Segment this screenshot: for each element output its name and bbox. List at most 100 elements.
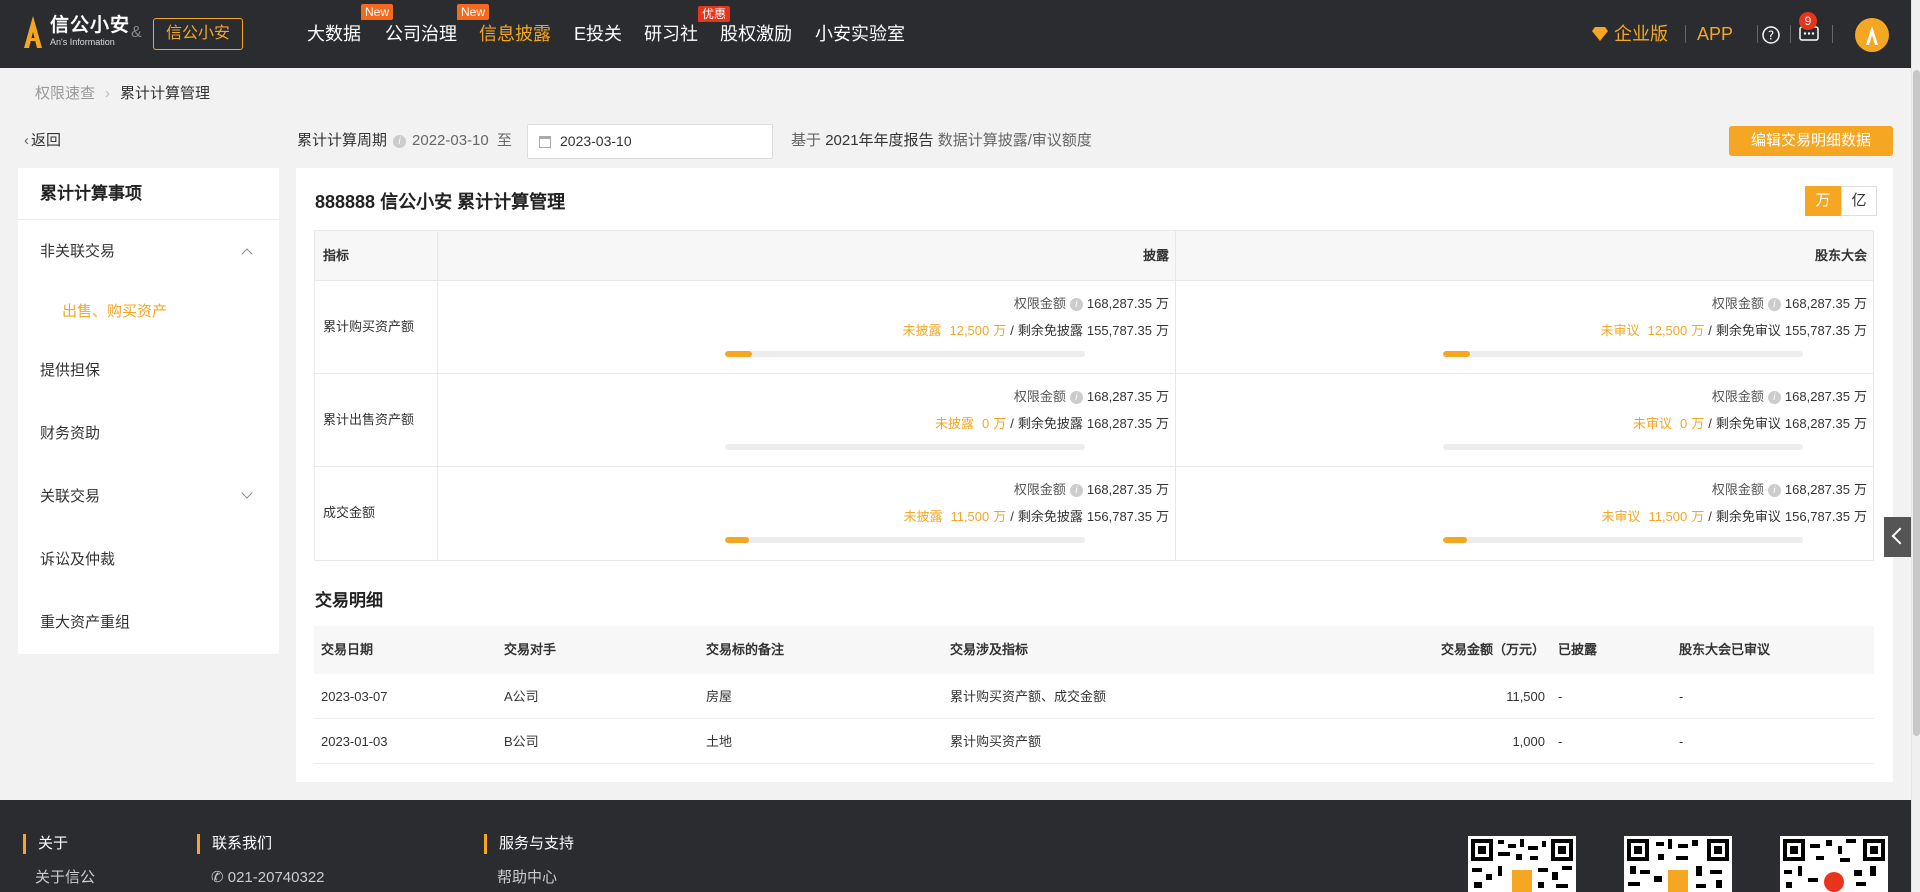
back-link[interactable]: ‹ 返回 <box>24 131 61 151</box>
transactions-title: 交易明细 <box>315 591 383 610</box>
cell-indicators: 累计购买资产额、成交金额 <box>950 689 1107 704</box>
sidebar-item-non-related[interactable]: 非关联交易 <box>40 242 115 262</box>
remain-value: 156,787.35 <box>1086 509 1152 524</box>
unit-label: 万 <box>1691 509 1705 524</box>
progress-fill <box>725 351 752 357</box>
basis-report: 2021年年度报告 <box>825 132 934 149</box>
chevron-right-icon: › <box>105 85 111 102</box>
avatar[interactable] <box>1855 18 1889 52</box>
sidebar-item-related[interactable]: 关联交易 <box>40 487 100 507</box>
nav-item-bigdata[interactable]: 大数据 New <box>307 4 394 46</box>
unit-label: 万 <box>1691 416 1705 431</box>
page-scrollbar[interactable] <box>1911 0 1920 892</box>
used-value: 12,500 <box>949 323 990 338</box>
row-label: 成交金额 <box>323 505 376 520</box>
end-date-input[interactable]: 2023-03-10 <box>527 124 773 159</box>
logo-amp: & <box>131 24 142 41</box>
nav-label: 股权激励 <box>720 24 792 44</box>
enterprise-link[interactable]: 企业版 <box>1591 22 1668 46</box>
used-label: 未审议 <box>1633 416 1673 431</box>
info-icon[interactable]: i <box>1069 484 1083 498</box>
sidebar-item-financial-aid[interactable]: 财务资助 <box>40 424 100 444</box>
period-filter: 累计计算周期 i 2022-03-10 至 <box>297 131 512 151</box>
usage-line: 未审议 12,500 万 / 剩余免审议 155,787.35 万 <box>1600 322 1867 340</box>
unit-label: 万 <box>1853 296 1867 311</box>
col-approved: 股东大会已审议 <box>1679 642 1771 657</box>
progress-bar <box>1443 351 1803 357</box>
limit-label: 权限金额 <box>1711 482 1764 497</box>
progress-bar <box>725 351 1085 357</box>
info-icon[interactable]: i <box>1767 298 1781 312</box>
unit-label: 万 <box>1155 389 1169 404</box>
header-disclosure: 披露 <box>1142 248 1169 263</box>
sidebar-item-restructuring[interactable]: 重大资产重组 <box>40 613 130 633</box>
app-link[interactable]: APP <box>1697 22 1733 46</box>
table-row[interactable]: 2023-01-03 B公司 土地 累计购买资产额 1,000 - - <box>314 719 1874 764</box>
unit-label: 万 <box>993 416 1007 431</box>
discount-badge: 优惠 <box>698 6 731 22</box>
divider <box>1175 281 1176 373</box>
footer-help-link[interactable]: 帮助中心 <box>497 868 557 888</box>
progress-fill <box>1443 537 1468 543</box>
usage-line: 未审议 0 万 / 剩余免审议 168,287.35 万 <box>1633 415 1867 433</box>
limit-amount: 权限金额 i 168,287.35 万 <box>1014 388 1169 406</box>
nav-item-eir[interactable]: E投关 <box>574 22 622 46</box>
breadcrumb-parent[interactable]: 权限速查 <box>35 85 95 102</box>
new-badge: New <box>361 4 394 20</box>
edit-transactions-button[interactable]: 编辑交易明细数据 <box>1729 126 1893 156</box>
remain-label: 剩余免审议 <box>1715 323 1781 338</box>
separator: / <box>1708 416 1712 431</box>
logo-title: 信公小安 <box>50 15 131 36</box>
info-icon[interactable]: i <box>393 134 407 148</box>
nav-item-academy[interactable]: 研习社 优惠 <box>644 6 731 46</box>
limit-value: 168,287.35 <box>1086 482 1152 497</box>
scrollbar-thumb[interactable] <box>1913 70 1920 736</box>
usage-line: 未审议 11,500 万 / 剩余免审议 156,787.35 万 <box>1601 508 1867 526</box>
info-icon[interactable]: i <box>1069 298 1083 312</box>
to-label: 至 <box>496 132 512 149</box>
chevron-left-icon <box>1891 527 1909 545</box>
nav-divider <box>1832 25 1833 43</box>
new-badge: New <box>457 4 490 20</box>
sidebar-subitem-assets[interactable]: 出售、购买资产 <box>62 302 167 322</box>
start-date: 2022-03-10 <box>412 132 489 149</box>
separator: / <box>1708 323 1712 338</box>
limit-amount: 权限金额 i 168,287.35 万 <box>1712 295 1867 313</box>
nav-item-equity[interactable]: 股权激励 <box>720 22 792 46</box>
partner-logo[interactable]: 信公小安 <box>153 18 243 50</box>
col-disclosed: 已披露 <box>1558 642 1598 657</box>
logo[interactable]: 信公小安 An's Information <box>22 16 130 50</box>
col-indicators: 交易涉及指标 <box>950 642 1029 657</box>
nav-item-lab[interactable]: 小安实验室 <box>815 22 905 46</box>
cell-note: 房屋 <box>706 689 733 704</box>
info-icon[interactable]: i <box>1767 391 1781 405</box>
chevron-up-icon[interactable] <box>241 248 253 260</box>
chevron-down-icon[interactable] <box>241 487 253 499</box>
separator: / <box>1708 509 1712 524</box>
help-icon[interactable]: ? <box>1762 26 1780 44</box>
col-note: 交易标的备注 <box>706 642 785 657</box>
divider <box>437 281 438 373</box>
limit-value: 168,287.35 <box>1784 389 1850 404</box>
unit-label: 万 <box>993 509 1007 524</box>
back-label: 返回 <box>31 132 62 149</box>
divider <box>437 374 438 466</box>
footer-service: 服务与支持 <box>484 834 574 854</box>
side-panel-toggle[interactable] <box>1884 517 1911 557</box>
unit-wan-button[interactable]: 万 <box>1805 186 1841 216</box>
table-row[interactable]: 2023-03-07 A公司 房屋 累计购买资产额、成交金额 11,500 - … <box>314 674 1874 719</box>
footer-about-link[interactable]: 关于信公 <box>35 868 95 888</box>
info-icon[interactable]: i <box>1069 391 1083 405</box>
info-icon[interactable]: i <box>1767 484 1781 498</box>
nav-label: 小安实验室 <box>815 24 905 44</box>
nav-item-disclosure[interactable]: 信息披露 <box>479 22 551 46</box>
sidebar-item-guarantee[interactable]: 提供担保 <box>40 361 100 381</box>
sidebar-item-litigation[interactable]: 诉讼及仲裁 <box>40 550 115 570</box>
qr-code-icon <box>1468 836 1576 892</box>
basis-prefix: 基于 <box>791 132 822 149</box>
footer-about: 关于 <box>23 834 68 854</box>
nav-item-governance[interactable]: 公司治理 New <box>385 4 490 46</box>
remain-value: 168,287.35 <box>1784 416 1850 431</box>
limit-row: 成交金额 权限金额 i 168,287.35 万未披露 11,500 万 / 剩余免披露 156,… <box>315 467 1873 560</box>
unit-yi-button[interactable]: 亿 <box>1841 186 1877 216</box>
